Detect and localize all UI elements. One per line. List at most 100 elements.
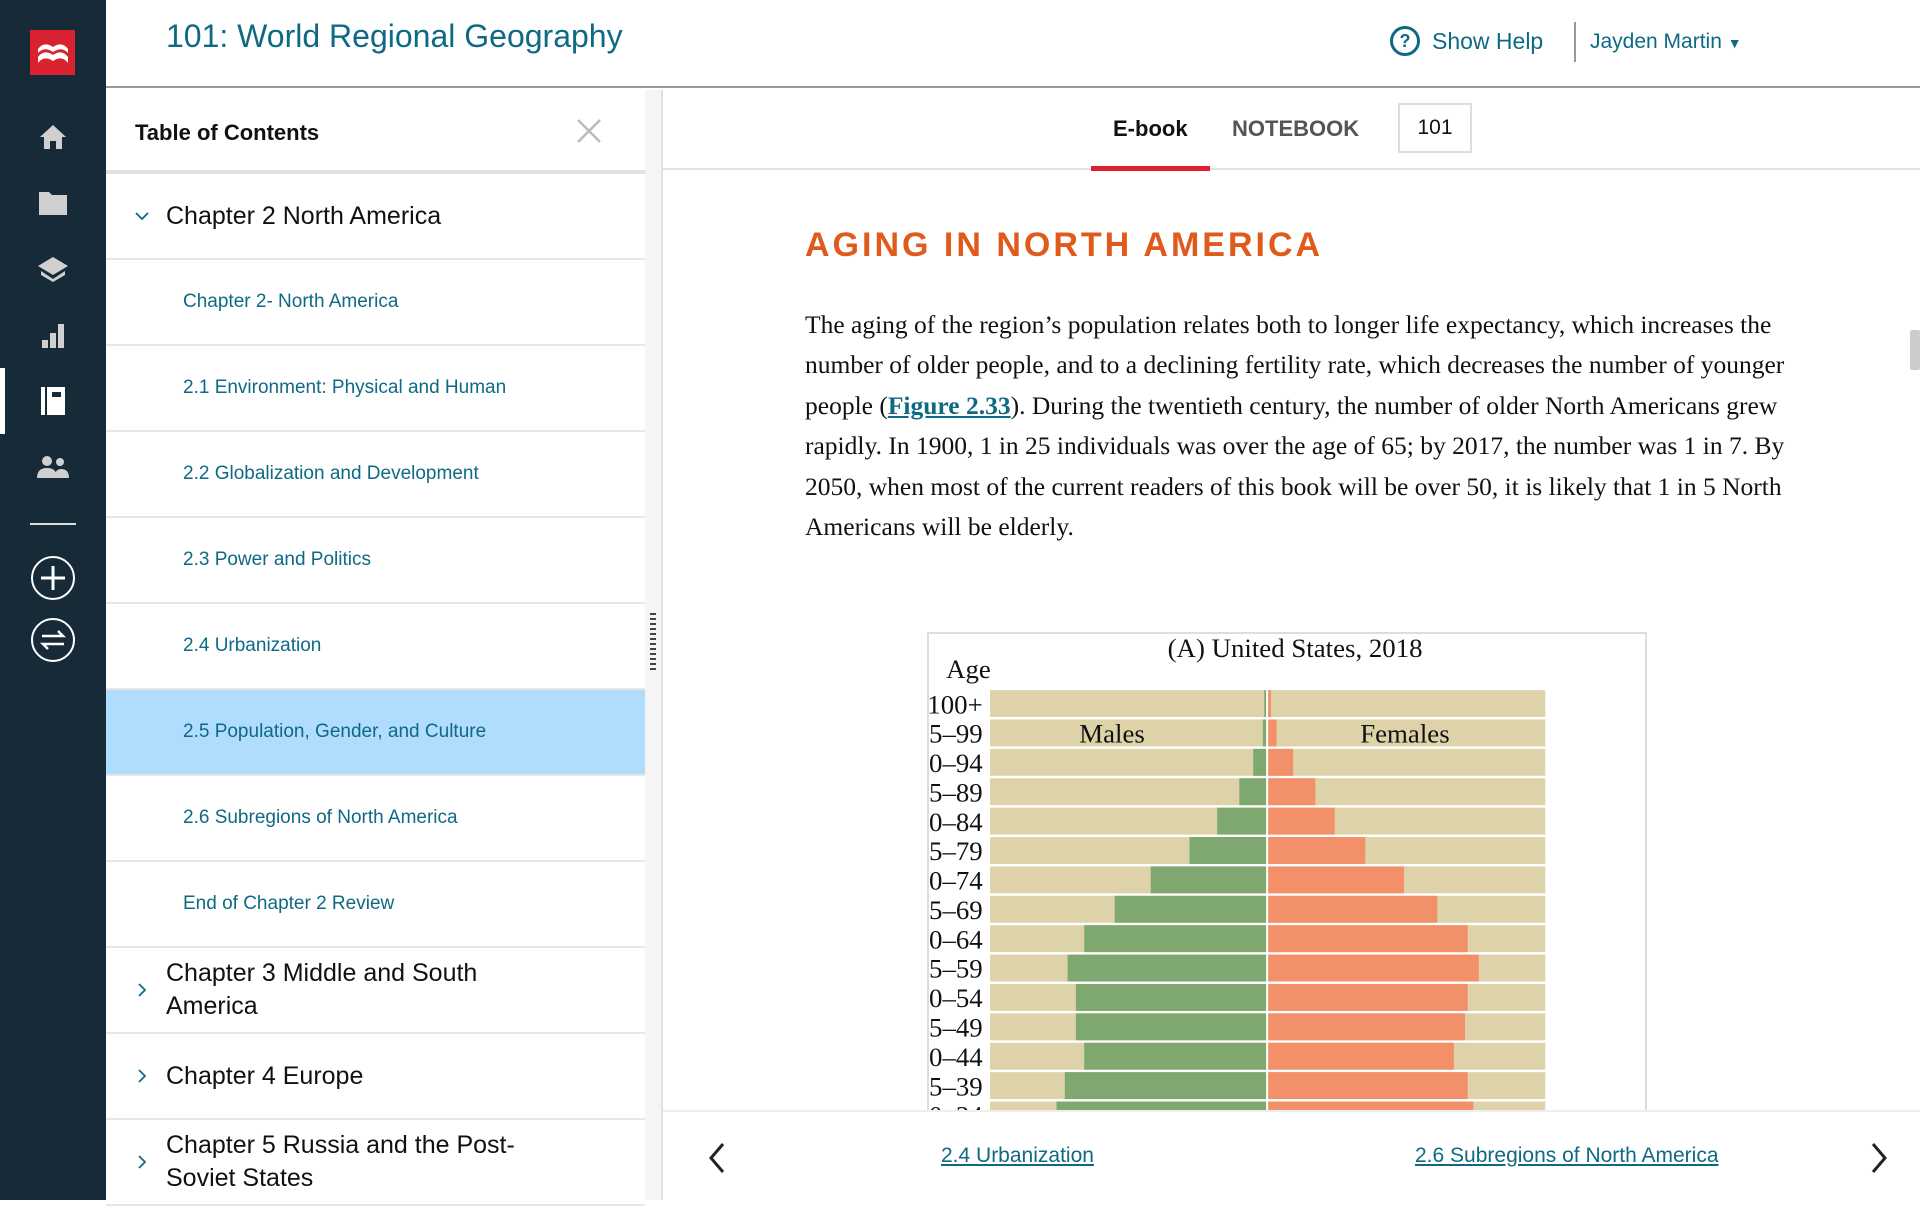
- bar-males: [1075, 983, 1268, 1011]
- bar-males: [1056, 1101, 1268, 1110]
- toc-item-label: 2.5 Population, Gender, and Culture: [183, 721, 487, 742]
- bar-females: [1268, 983, 1468, 1011]
- age-tick-label: 95–99: [929, 719, 983, 749]
- toc-item-label: 2.3 Power and Politics: [183, 549, 371, 570]
- bar-females: [1268, 1013, 1465, 1041]
- chevron-down-icon: [135, 212, 149, 221]
- toc-item[interactable]: Chapter 3 Middle and South America: [106, 948, 645, 1034]
- chevron-right-icon: [138, 1069, 147, 1083]
- figure-link[interactable]: Figure 2.33: [888, 391, 1011, 420]
- bar-females: [1268, 778, 1316, 806]
- toc-item[interactable]: 2.4 Urbanization: [106, 604, 645, 690]
- macmillan-logo[interactable]: [30, 30, 75, 75]
- bar-males: [1067, 954, 1268, 982]
- user-menu[interactable]: Jayden Martin ▼: [1590, 30, 1742, 54]
- course-title[interactable]: 101: World Regional Geography: [166, 18, 623, 55]
- toc-item[interactable]: 2.2 Globalization and Development: [106, 432, 645, 518]
- bar-males: [1189, 837, 1268, 864]
- chart-title: (A) United States, 2018: [1168, 634, 1423, 663]
- table-of-contents-panel: Table of Contents Chapter 2 North Americ…: [106, 90, 645, 1206]
- close-icon[interactable]: [574, 116, 604, 146]
- age-tick-label: 50–54: [929, 983, 983, 1013]
- page-number-input[interactable]: 101: [1398, 103, 1472, 153]
- body-paragraph: The aging of the region’s population rel…: [805, 305, 1785, 547]
- caret-down-icon: ▼: [1727, 35, 1742, 51]
- bar-females: [1268, 748, 1294, 776]
- home-icon[interactable]: [0, 112, 106, 162]
- age-tick-label: 75–79: [929, 836, 983, 866]
- bar-chart-icon[interactable]: [0, 310, 106, 360]
- toc-item-label: 2.1 Environment: Physical and Human: [183, 377, 507, 398]
- toc-item[interactable]: Chapter 2- North America: [106, 260, 645, 346]
- age-tick-label: 100+: [929, 689, 983, 719]
- age-tick-label: 40–44: [929, 1042, 983, 1072]
- age-tick-label: 65–69: [929, 895, 983, 925]
- chevron-right-icon[interactable]: [1863, 1140, 1893, 1176]
- tab-ebook[interactable]: E-book: [1091, 116, 1209, 171]
- population-pyramid-chart: (A) United States, 2018 Age 100+95–9990–94…: [927, 632, 1647, 1110]
- toc-item[interactable]: 2.3 Power and Politics: [106, 518, 645, 604]
- age-tick-label: 80–84: [929, 807, 983, 837]
- age-tick-label: 35–39: [929, 1071, 983, 1101]
- toc-item[interactable]: End of Chapter 2 Review: [106, 862, 645, 948]
- toc-item-label: 2.6 Subregions of North America: [183, 807, 458, 828]
- bar-females: [1268, 1072, 1468, 1100]
- tab-notebook[interactable]: NOTEBOOK: [1232, 116, 1359, 142]
- people-icon[interactable]: [0, 442, 106, 492]
- rail-divider: [30, 523, 76, 525]
- notebook-icon[interactable]: [0, 368, 106, 434]
- bar-males: [1150, 866, 1268, 894]
- toc-item-label: 2.2 Globalization and Development: [183, 463, 479, 484]
- bar-females: [1268, 1101, 1474, 1110]
- folder-icon[interactable]: [0, 178, 106, 228]
- toc-item-label: Chapter 5 Russia and the Post-Soviet Sta…: [166, 1131, 515, 1192]
- age-tick-label: 45–49: [929, 1013, 983, 1043]
- age-tick-label: 55–59: [929, 954, 983, 984]
- left-rail: [0, 0, 106, 1200]
- help-icon: ?: [1390, 26, 1420, 56]
- swap-circle-icon[interactable]: [0, 615, 106, 665]
- y-axis-label: Age: [946, 654, 991, 684]
- section-heading: AGING IN NORTH AMERICA: [805, 226, 1324, 264]
- header-divider: [1574, 22, 1576, 62]
- toc-item[interactable]: 2.1 Environment: Physical and Human: [106, 346, 645, 432]
- next-section-link[interactable]: 2.6 Subregions of North America: [1415, 1144, 1719, 1168]
- toc-item[interactable]: 2.5 Population, Gender, and Culture: [106, 690, 645, 776]
- show-help-button[interactable]: ? Show Help: [1390, 26, 1543, 56]
- bar-females: [1268, 1042, 1454, 1070]
- bar-females: [1268, 807, 1335, 835]
- age-tick-label: 60–64: [929, 924, 983, 954]
- legend-males: Males: [1079, 719, 1145, 749]
- bar-males: [1084, 925, 1268, 953]
- toc-item-label: End of Chapter 2 Review: [183, 893, 395, 914]
- age-tick-label: 90–94: [929, 748, 983, 778]
- toc-item-label: 2.4 Urbanization: [183, 635, 322, 656]
- chevron-left-icon[interactable]: [703, 1140, 733, 1176]
- toc-title: Table of Contents: [135, 120, 320, 145]
- plus-circle-icon[interactable]: [0, 553, 106, 603]
- toc-item[interactable]: Chapter 2 North America: [106, 174, 645, 260]
- age-tick-label: 30–34: [929, 1101, 983, 1110]
- age-tick-label: 70–74: [929, 866, 983, 896]
- toc-item[interactable]: Chapter 4 Europe: [106, 1034, 645, 1120]
- toc-item[interactable]: Chapter 5 Russia and the Post-Soviet Sta…: [106, 1120, 645, 1206]
- panel-resize-handle[interactable]: [650, 613, 656, 671]
- user-name: Jayden Martin: [1590, 30, 1722, 53]
- chevron-right-icon: [138, 1155, 147, 1169]
- bar-females: [1268, 925, 1468, 953]
- bar-females: [1268, 690, 1272, 718]
- bar-males: [1084, 1042, 1268, 1070]
- graduation-cap-icon[interactable]: [0, 244, 106, 294]
- toc-item-label: Chapter 2- North America: [183, 291, 399, 312]
- toc-item[interactable]: 2.6 Subregions of North America: [106, 776, 645, 862]
- bar-males: [1064, 1072, 1268, 1100]
- legend-females: Females: [1360, 719, 1449, 749]
- bar-females: [1268, 866, 1404, 894]
- toc-item-label: Chapter 4 Europe: [166, 1061, 364, 1090]
- bar-females: [1268, 719, 1277, 747]
- content-scrollbar[interactable]: [1910, 330, 1920, 370]
- chevron-right-icon: [138, 983, 147, 997]
- page-navigation: 2.4 Urbanization 2.6 Subregions of North…: [663, 1110, 1920, 1200]
- prev-section-link[interactable]: 2.4 Urbanization: [941, 1144, 1094, 1168]
- age-tick-label: 85–89: [929, 777, 983, 807]
